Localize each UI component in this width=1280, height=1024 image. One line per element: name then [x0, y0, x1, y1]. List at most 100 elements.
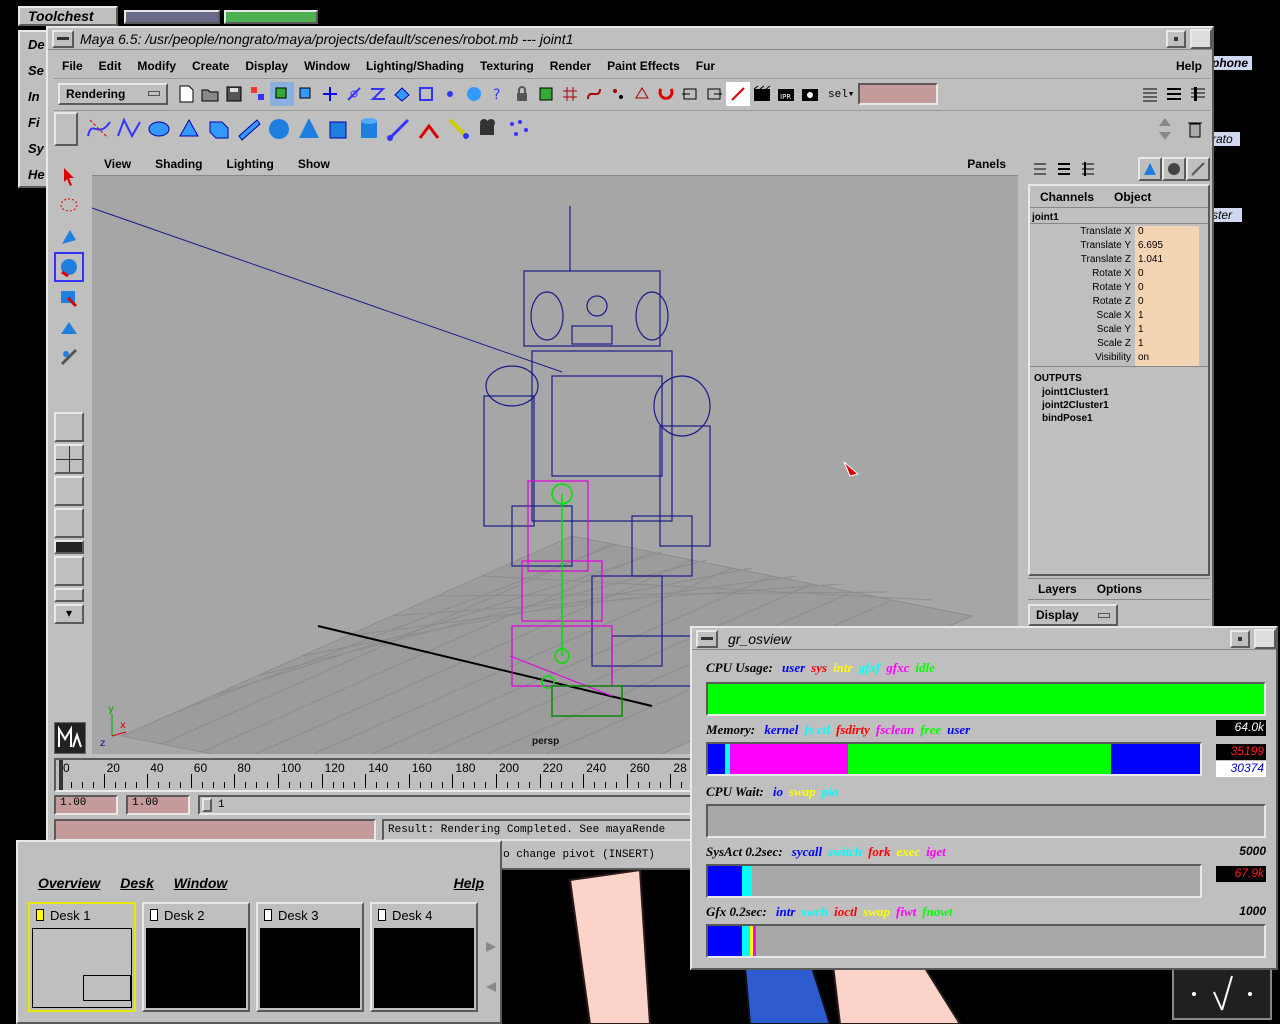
menu-paint-effects[interactable]: Paint Effects	[599, 59, 688, 73]
curve-tool-icon[interactable]	[84, 114, 114, 144]
render-globals-icon[interactable]	[798, 82, 822, 106]
output-node[interactable]: joint1Cluster1	[1030, 386, 1208, 399]
window-menu-icon[interactable]	[52, 29, 74, 48]
menu-desk[interactable]: Desk	[110, 875, 163, 891]
attribute-row[interactable]: Translate X 0	[1030, 226, 1208, 240]
make-live-icon[interactable]	[654, 82, 678, 106]
range-slider[interactable]: 1	[198, 795, 694, 815]
show-channel-box-icon[interactable]	[1186, 82, 1210, 106]
layout-hypershade-icon[interactable]	[54, 540, 84, 554]
ep-curve-icon[interactable]	[114, 114, 144, 144]
lock-selection-icon[interactable]	[510, 82, 534, 106]
menu-help[interactable]: Help	[1168, 59, 1210, 73]
dynamics-icon[interactable]	[438, 82, 462, 106]
show-tool-settings-icon[interactable]	[1162, 82, 1186, 106]
curves-icon[interactable]	[366, 82, 390, 106]
minimize-button[interactable]	[1230, 629, 1250, 648]
channel-box-layout-icon-2[interactable]	[1052, 157, 1076, 181]
select-component-icon[interactable]	[294, 82, 318, 106]
soft-mod-tool-icon[interactable]	[54, 342, 84, 372]
desk-item[interactable]: Desk 1	[28, 902, 136, 1012]
attribute-row[interactable]: Rotate Z 0	[1030, 296, 1208, 310]
show-attribute-editor-icon[interactable]	[1138, 82, 1162, 106]
cylinder-icon[interactable]	[354, 114, 384, 144]
osview-titlebar[interactable]: gr_osview	[692, 628, 1276, 650]
save-scene-icon[interactable]	[222, 82, 246, 106]
attribute-row[interactable]: Rotate Y 0	[1030, 282, 1208, 296]
layout-outliner-persp-icon[interactable]	[54, 476, 84, 506]
menu-render[interactable]: Render	[542, 59, 599, 73]
current-time-marker[interactable]	[59, 760, 63, 790]
minimize-button[interactable]	[1166, 29, 1186, 48]
input-ops-icon[interactable]	[678, 82, 702, 106]
quick-select-label[interactable]: sel▾	[828, 87, 854, 101]
desk-item[interactable]: Desk 4	[370, 902, 478, 1012]
menu-create[interactable]: Create	[184, 59, 237, 73]
layout-graph-icon[interactable]	[54, 588, 84, 602]
tab-object[interactable]: Object	[1104, 190, 1161, 204]
desktop-icon-label[interactable]: rato	[1212, 132, 1240, 146]
surfaces-icon[interactable]	[390, 82, 414, 106]
desk-item[interactable]: Desk 2	[142, 902, 250, 1012]
menu-display[interactable]: Display	[237, 59, 296, 73]
rendering-icon[interactable]	[462, 82, 486, 106]
deformations-icon[interactable]	[414, 82, 438, 106]
channel-box-icon[interactable]	[1186, 157, 1210, 181]
open-scene-icon[interactable]	[198, 82, 222, 106]
attribute-value[interactable]: 6.695	[1135, 240, 1199, 254]
menu-window[interactable]: Window	[164, 875, 238, 891]
attribute-row[interactable]: Translate Y 6.695	[1030, 240, 1208, 254]
layout-more-icon[interactable]: ▾	[54, 604, 84, 624]
channel-box-layout-icon-3[interactable]	[1076, 157, 1100, 181]
maximize-button[interactable]	[1254, 628, 1276, 649]
minimized-window-2[interactable]	[224, 10, 318, 24]
attribute-value[interactable]: on	[1135, 352, 1199, 366]
snap-point-icon[interactable]	[606, 82, 630, 106]
attribute-value[interactable]: 0	[1135, 296, 1199, 310]
panel-menu-view[interactable]: View	[92, 157, 143, 171]
attribute-row[interactable]: Scale Z 1	[1030, 338, 1208, 352]
attribute-row[interactable]: Scale X 1	[1030, 310, 1208, 324]
time-slider[interactable]: 0 20 40 60 80 100 120 140 160 180 200 220 240 260 28	[54, 758, 694, 792]
menu-fur[interactable]: Fur	[688, 59, 723, 73]
tool-settings-icon[interactable]	[1162, 157, 1186, 181]
attribute-row[interactable]: Scale Y 1	[1030, 324, 1208, 338]
ik-handle-icon[interactable]	[414, 114, 444, 144]
output-node[interactable]: joint2Cluster1	[1030, 399, 1208, 412]
highlight-selection-icon[interactable]	[534, 82, 558, 106]
tab-layers[interactable]: Layers	[1028, 582, 1087, 596]
attribute-value[interactable]: 0	[1135, 268, 1199, 282]
rotate-tool-icon[interactable]	[54, 252, 84, 282]
desk-item[interactable]: Desk 3	[256, 902, 364, 1012]
camera-icon[interactable]	[474, 114, 504, 144]
desk-scroll-arrows[interactable]	[484, 902, 498, 1014]
attribute-row[interactable]: Translate Z 1.041	[1030, 254, 1208, 268]
handles-icon[interactable]	[318, 82, 342, 106]
output-node[interactable]: bindPose1	[1030, 412, 1208, 425]
attribute-value[interactable]: 1.041	[1135, 254, 1199, 268]
command-input[interactable]	[54, 819, 376, 841]
trash-icon[interactable]	[1180, 114, 1210, 144]
attribute-value[interactable]: 0	[1135, 282, 1199, 296]
desktop-icon-label[interactable]: ster	[1212, 208, 1242, 222]
scale-tool-icon[interactable]	[54, 282, 84, 312]
panel-menu-lighting[interactable]: Lighting	[214, 157, 285, 171]
channel-box-layout-icon-1[interactable]	[1028, 157, 1052, 181]
window-menu-icon[interactable]	[696, 629, 718, 648]
render-view-icon[interactable]	[750, 82, 774, 106]
select-hierarchy-icon[interactable]	[246, 82, 270, 106]
snap-view-plane-icon[interactable]	[630, 82, 654, 106]
attribute-value[interactable]: 0	[1135, 226, 1199, 240]
construction-history-icon[interactable]	[726, 81, 750, 106]
range-start-field[interactable]: 1.00	[54, 795, 118, 815]
maximize-button[interactable]	[1190, 28, 1212, 49]
snap-curve-icon[interactable]	[582, 82, 606, 106]
tab-channels[interactable]: Channels	[1030, 190, 1104, 204]
joint-tool-icon[interactable]	[384, 114, 414, 144]
extrude-icon[interactable]	[204, 114, 234, 144]
range-start-field-2[interactable]: 1.00	[126, 795, 190, 815]
desktop-icon-label[interactable]: phone	[1212, 56, 1252, 70]
attribute-value[interactable]: 1	[1135, 338, 1199, 352]
menu-file[interactable]: File	[54, 59, 91, 73]
select-tool-icon[interactable]	[54, 162, 84, 192]
